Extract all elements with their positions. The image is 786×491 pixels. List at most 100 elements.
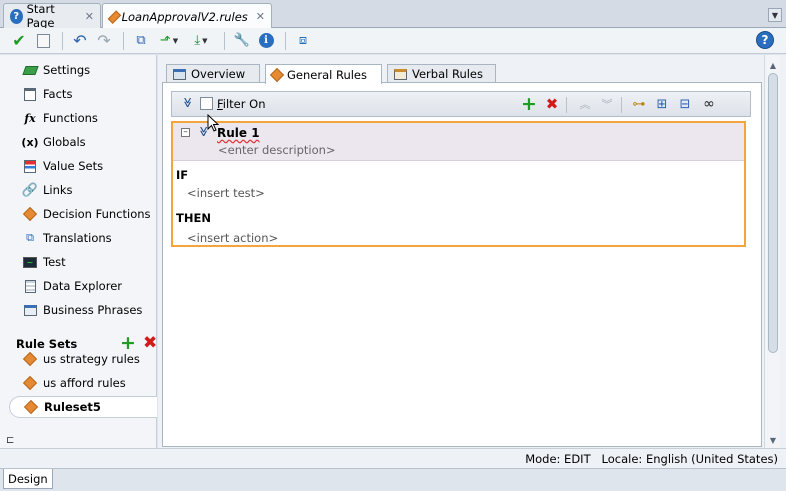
ruleset-diamond-icon (22, 351, 38, 367)
nav-item-value-sets[interactable]: Value Sets (0, 155, 157, 177)
nav-item-globals[interactable]: (x) Globals (0, 131, 157, 153)
tab-loan-approval-rules[interactable]: LoanApprovalV2.rules ✕ (102, 3, 272, 29)
ruleset-label: us afford rules (43, 376, 126, 390)
expand-all-icon[interactable]: ⊞ (653, 95, 671, 113)
tab-label: General Rules (287, 67, 368, 82)
decision-function-icon (22, 206, 38, 222)
status-bar: Mode: EDIT Locale: English (United State… (0, 448, 786, 468)
nav-item-test[interactable]: ~ Test (0, 251, 157, 273)
ruleset-diamond-icon (23, 399, 39, 415)
wrench-icon[interactable]: 🔧 (231, 31, 253, 51)
up-arrow-dropdown-icon[interactable]: ⬏ ▼ (154, 31, 184, 51)
info-icon[interactable]: i (255, 31, 277, 51)
tab-label: Verbal Rules (412, 67, 483, 81)
rule-description-field[interactable]: <enter description> (218, 143, 336, 157)
undo-icon[interactable]: ↶ (69, 31, 91, 51)
generate-report-icon[interactable] (32, 31, 54, 51)
ruleset-item-us-afford-rules[interactable]: us afford rules (0, 372, 157, 394)
tab-label: Start Page (26, 2, 55, 30)
scroll-up-icon[interactable]: ▲ (767, 59, 779, 71)
rule-name[interactable]: Rule 1 (217, 126, 260, 140)
toolbar-separator (224, 31, 225, 50)
nav-item-data-explorer[interactable]: Data Explorer (0, 275, 157, 297)
insert-test-placeholder[interactable]: <insert test> (187, 186, 265, 200)
flow-icon[interactable]: ⧉ (130, 31, 152, 51)
delete-rule-icon[interactable]: ✖ (543, 95, 561, 113)
rule-card: – ≫ Rule 1 <enter description> IF <inser… (171, 121, 746, 247)
data-explorer-icon (22, 278, 38, 294)
test-run-icon[interactable]: ⧈ (292, 31, 314, 51)
tab-overview[interactable]: Overview (166, 64, 260, 83)
nav-item-label: Translations (43, 231, 112, 245)
tab-design[interactable]: Design (3, 469, 53, 489)
ruleset-item-ruleset5[interactable]: Ruleset5 (9, 396, 157, 418)
tab-list-dropdown-icon[interactable]: ▼ (768, 8, 782, 22)
collapse-tree-icon[interactable]: ⊟ (676, 95, 694, 113)
collapse-rule-icon[interactable]: – (181, 128, 190, 137)
export-dropdown-icon[interactable]: ⤓ ▼ (186, 31, 216, 51)
general-rules-diamond-icon (269, 67, 285, 82)
add-rule-icon[interactable]: + (520, 93, 538, 115)
toolbar-separator (566, 97, 567, 113)
then-label: THEN (176, 211, 211, 225)
ruleset-item-us-strategy-rules[interactable]: us strategy rules (0, 348, 157, 370)
link-icon: 🔗 (21, 182, 39, 198)
tab-start-page[interactable]: ? Start Page ✕ (3, 2, 101, 30)
nav-item-label: Facts (43, 87, 73, 101)
ruleset-label: Ruleset5 (44, 400, 101, 414)
tree-view-icon[interactable]: ⊶ (630, 95, 648, 113)
rules-navigator: Settings Facts fx Functions (x) Globals … (0, 55, 157, 448)
close-icon[interactable]: ✕ (85, 10, 94, 23)
collapse-all-icon[interactable]: ≫ (182, 97, 193, 107)
nav-item-translations[interactable]: ⧉ Translations (0, 227, 157, 249)
toolbar-separator (62, 31, 63, 50)
nav-item-links[interactable]: 🔗 Links (0, 179, 157, 201)
move-up-icon[interactable]: ︽ (576, 95, 594, 113)
status-text: Mode: EDIT Locale: English (United State… (525, 452, 778, 466)
redo-icon[interactable]: ↷ (93, 31, 115, 51)
nav-item-label: Test (43, 255, 66, 269)
panel-dock-icon[interactable]: ⊏ (6, 435, 14, 446)
rule-toolbar: ≫ Filter On + ✖ ︽ ︾ ⊶ ⊞ ⊟ ∞ (171, 91, 751, 117)
scroll-thumb[interactable] (768, 73, 778, 353)
verbal-rules-icon (394, 68, 407, 80)
mouse-cursor-icon (207, 114, 219, 132)
toolbar-separator (621, 97, 622, 113)
settings-book-icon (21, 62, 39, 78)
help-icon[interactable]: ? (756, 31, 774, 49)
nav-item-label: Globals (43, 135, 86, 149)
nav-item-label: Decision Functions (43, 207, 151, 221)
scroll-down-icon[interactable]: ▼ (767, 434, 779, 446)
rule-header: – ≫ Rule 1 <enter description> (173, 123, 744, 161)
facts-icon (22, 86, 38, 102)
filter-on-checkbox[interactable] (200, 97, 213, 110)
overview-icon (173, 68, 186, 80)
nav-item-facts[interactable]: Facts (0, 83, 157, 105)
nav-item-label: Links (43, 183, 73, 197)
editor-view-tabs: Design (0, 468, 786, 491)
nav-item-settings[interactable]: Settings (0, 59, 157, 81)
glasses-view-icon[interactable]: ∞ (700, 95, 718, 113)
validate-check-icon[interactable]: ✔ (8, 31, 30, 51)
business-phrases-icon (22, 302, 38, 318)
filter-on-label[interactable]: Filter On (217, 97, 265, 111)
tab-verbal-rules[interactable]: Verbal Rules (387, 64, 496, 83)
function-fx-icon: fx (24, 111, 36, 125)
tab-label: Overview (191, 67, 246, 81)
move-down-icon[interactable]: ︾ (598, 95, 616, 113)
rules-editor-area: Overview General Rules Verbal Rules ≫ Fi… (158, 55, 786, 448)
vertical-scrollbar[interactable]: ▲ ▼ (764, 55, 780, 448)
document-tab-bar: ? Start Page ✕ LoanApprovalV2.rules ✕ ▼ (0, 0, 786, 30)
value-sets-icon (22, 158, 38, 174)
nav-item-business-phrases[interactable]: Business Phrases (0, 299, 157, 321)
close-icon[interactable]: ✕ (256, 10, 265, 23)
main-toolbar: ✔ ↶ ↷ ⧉ ⬏ ▼ ⤓ ▼ 🔧 i ⧈ (0, 28, 786, 54)
insert-action-placeholder[interactable]: <insert action> (187, 231, 278, 245)
nav-item-functions[interactable]: fx Functions (0, 107, 157, 129)
nav-item-decision-functions[interactable]: Decision Functions (0, 203, 157, 225)
test-monitor-icon: ~ (22, 254, 38, 270)
tab-label: LoanApprovalV2.rules (121, 9, 248, 24)
tab-general-rules[interactable]: General Rules (265, 64, 382, 84)
globals-x-icon: (x) (21, 135, 39, 149)
ruleset-diamond-icon (22, 375, 38, 391)
